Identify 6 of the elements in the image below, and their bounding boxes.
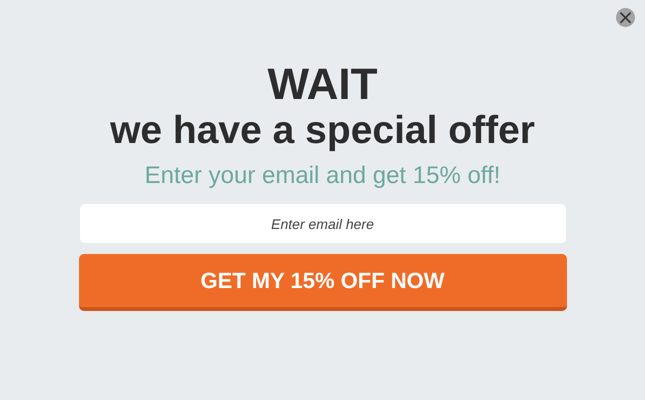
close-button[interactable]: × xyxy=(616,8,635,27)
email-field[interactable]: Enter email here xyxy=(80,204,566,243)
submit-button[interactable]: GET MY 15% OFF NOW xyxy=(78,254,566,311)
headline: WAIT xyxy=(268,62,378,108)
subtitle: Enter your email and get 15% off! xyxy=(144,162,500,190)
headline: we have a special offer xyxy=(110,108,535,154)
